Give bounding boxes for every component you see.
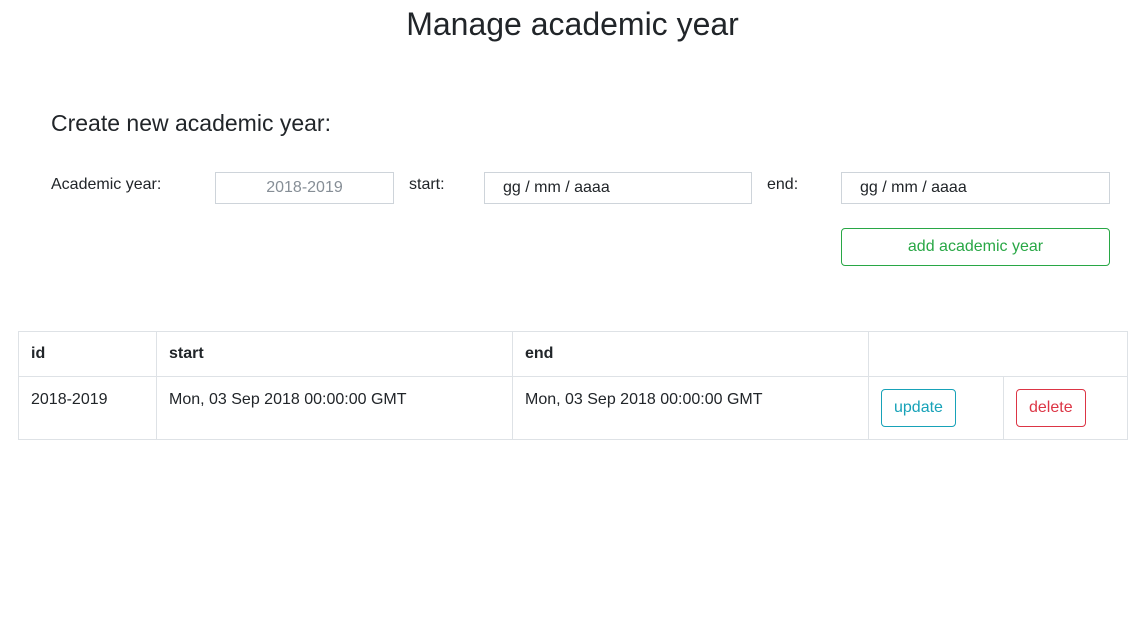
table-header-row: id start end [18, 331, 1128, 377]
academic-years-table: id start end 2018-2019 Mon, 03 Sep 2018 … [18, 331, 1128, 440]
column-header-end: end [512, 331, 869, 377]
cell-update: update [868, 376, 1004, 440]
start-label: start: [409, 176, 445, 193]
delete-button[interactable]: delete [1016, 389, 1086, 427]
column-header-start: start [156, 331, 513, 377]
column-header-id: id [18, 331, 157, 377]
form-heading: Create new academic year: [51, 110, 331, 136]
update-button[interactable]: update [881, 389, 956, 427]
column-header-actions [868, 331, 1128, 377]
table-row: 2018-2019 Mon, 03 Sep 2018 00:00:00 GMT … [18, 376, 1128, 440]
end-date-input[interactable] [841, 172, 1110, 204]
start-date-input[interactable] [484, 172, 752, 204]
cell-id: 2018-2019 [18, 376, 157, 440]
cell-start: Mon, 03 Sep 2018 00:00:00 GMT [156, 376, 513, 440]
academic-year-input[interactable] [215, 172, 394, 204]
cell-delete: delete [1003, 376, 1128, 440]
add-academic-year-button[interactable]: add academic year [841, 228, 1110, 266]
cell-end: Mon, 03 Sep 2018 00:00:00 GMT [512, 376, 869, 440]
end-label: end: [767, 176, 799, 193]
academic-year-label: Academic year: [51, 176, 162, 193]
page-title: Manage academic year [406, 6, 739, 42]
